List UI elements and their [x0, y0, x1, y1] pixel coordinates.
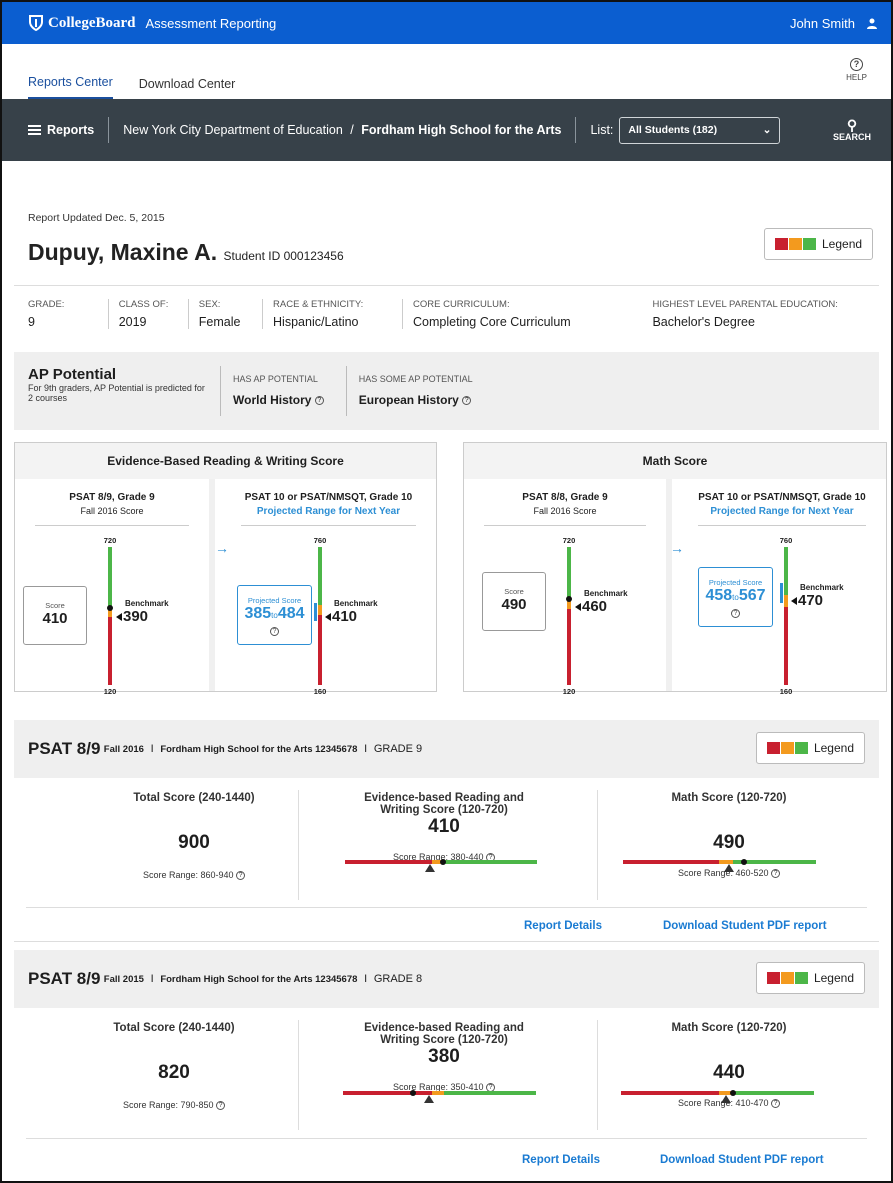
list-filter: List: All Students (182) ⌄: [575, 116, 781, 144]
demo-sex: SEX: Female: [187, 299, 248, 329]
user-menu[interactable]: John Smith: [790, 16, 877, 31]
search-icon: ⚲: [846, 117, 858, 133]
page: CollegeBoard Assessment Reporting John S…: [0, 0, 893, 1183]
search-button[interactable]: ⚲ SEARCH: [833, 118, 871, 142]
legend-swatch-icon: [766, 742, 808, 754]
help-icon[interactable]: ?: [270, 627, 279, 637]
score-box: Score 410: [23, 586, 87, 645]
benchmark: Benchmark 390: [116, 599, 169, 625]
ap-subtitle: For 9th graders, AP Potential is predict…: [28, 383, 205, 403]
acorn-icon: [29, 15, 43, 32]
ap-some: HAS SOME AP POTENTIAL European History ?: [345, 366, 485, 416]
legend-button[interactable]: Legend: [755, 962, 865, 994]
demographics: GRADE: 9 CLASS OF: 2019 SEX: Female RACE & …: [28, 299, 879, 329]
app-title: Assessment Reporting: [145, 15, 277, 31]
help-button[interactable]: ? HELP: [846, 58, 867, 82]
demo-grade: GRADE: 9: [28, 299, 65, 329]
legend-swatch-icon: [766, 972, 808, 984]
report-details-link[interactable]: Report Details: [522, 1154, 600, 1166]
benchmark: Benchmark 460: [575, 589, 628, 615]
projected-score-box: Projected Score 385to484 ?: [237, 585, 312, 645]
reports-label: Reports: [47, 123, 95, 137]
report-updated: Report Updated Dec. 5, 2015: [28, 212, 165, 224]
chevron-down-icon: ⌄: [762, 124, 772, 136]
list-label: List:: [590, 123, 614, 137]
benchmark-marker: [724, 864, 734, 872]
report-details-link[interactable]: Report Details: [524, 920, 602, 932]
ap-has: HAS AP POTENTIAL World History ?: [220, 366, 336, 416]
ebrw-current: PSAT 8/9, Grade 9 Fall 2016 Score 720 12…: [15, 479, 215, 696]
benchmark: Benchmark 410: [325, 599, 378, 625]
section-header: PSAT 8/9 Fall 2015 I Fordham High School…: [14, 950, 879, 1008]
download-pdf-link[interactable]: Download Student PDF report: [663, 920, 827, 932]
help-icon[interactable]: ?: [462, 396, 472, 406]
hamburger-icon: [28, 123, 41, 137]
score-section-fall-2015: PSAT 8/9 Fall 2015 I Fordham High School…: [14, 950, 879, 1181]
benchmark: Benchmark 470: [791, 583, 844, 609]
question-icon: ?: [850, 58, 864, 71]
legend-button[interactable]: Legend: [755, 732, 865, 764]
breadcrumb: New York City Department of Education / …: [109, 123, 575, 137]
math-panel-title: Math Score: [464, 443, 886, 479]
projected-score-box: Projected Score 458to567 ?: [698, 567, 773, 627]
ap-has-course: World History: [233, 393, 312, 407]
student-id: Student ID 000123456: [223, 249, 344, 263]
ap-potential: AP Potential For 9th graders, AP Potenti…: [14, 352, 879, 430]
top-bar: CollegeBoard Assessment Reporting John S…: [2, 2, 891, 44]
legend-button[interactable]: Legend: [764, 228, 874, 260]
legend-label: Legend: [822, 237, 863, 251]
ap-title: AP Potential: [28, 366, 117, 383]
report-navbar: Reports New York City Department of Educ…: [2, 99, 891, 161]
student-name-line: Dupuy, Maxine A. Student ID 000123456: [28, 239, 344, 266]
collegeboard-logo[interactable]: CollegeBoard: [28, 14, 136, 32]
help-icon[interactable]: ?: [314, 396, 324, 406]
demo-class: CLASS OF: 2019: [107, 299, 174, 329]
list-select-value: All Students (182): [628, 124, 718, 136]
benchmark-marker: [721, 1095, 731, 1103]
score-box: Score 490: [482, 572, 546, 631]
tabs-row: Reports Center Download Center ? HELP: [2, 44, 891, 99]
download-pdf-link[interactable]: Download Student PDF report: [660, 1154, 824, 1166]
breadcrumb-separator: /: [350, 123, 354, 137]
total-score: Total Score (240-1440) 820 Score Range: …: [113, 1022, 235, 1111]
help-icon[interactable]: ?: [771, 1099, 781, 1109]
reports-menu-button[interactable]: Reports: [28, 117, 110, 143]
math-current: PSAT 8/8, Grade 9 Fall 2016 Score 720 12…: [464, 479, 672, 696]
user-name: John Smith: [789, 15, 855, 31]
section-header: PSAT 8/9 Fall 2016 I Fordham High School…: [14, 720, 879, 778]
divider: [14, 285, 879, 286]
tab-download-center[interactable]: Download Center: [139, 77, 236, 99]
ap-some-course: European History: [358, 393, 459, 407]
ebrw-score: Evidence-based Reading and Writing Score…: [364, 1022, 524, 1093]
brand-name: CollegeBoard: [48, 14, 136, 31]
score-section-fall-2016: PSAT 8/9 Fall 2016 I Fordham High School…: [14, 720, 879, 942]
ebrw-score-panel: Evidence-Based Reading & Writing Score P…: [14, 442, 437, 696]
math-projected: PSAT 10 or PSAT/NMSQT, Grade 10 Projecte…: [698, 492, 866, 696]
ebrw-score: Evidence-based Reading and Writing Score…: [364, 792, 524, 863]
help-icon[interactable]: ?: [216, 1101, 226, 1111]
search-label: SEARCH: [832, 132, 871, 142]
help-icon[interactable]: ?: [771, 869, 781, 879]
breadcrumb-district[interactable]: New York City Department of Education: [123, 123, 343, 137]
demo-parent-education: HIGHEST LEVEL PARENTAL EDUCATION: Bachelo…: [652, 299, 838, 329]
user-icon: [867, 18, 877, 29]
help-icon[interactable]: ?: [731, 609, 740, 619]
help-icon[interactable]: ?: [236, 871, 246, 881]
benchmark-marker: [424, 1095, 434, 1103]
benchmark-marker: [425, 864, 435, 872]
total-score: Total Score (240-1440) 900 Score Range: …: [133, 792, 255, 881]
help-label: HELP: [846, 73, 867, 82]
legend-swatch-icon: [775, 238, 816, 250]
math-score-panel: Math Score PSAT 8/8, Grade 9 Fall 2016 S…: [463, 442, 887, 696]
student-name: Dupuy, Maxine A.: [28, 239, 218, 265]
ap-title-block: AP Potential For 9th graders, AP Potenti…: [28, 366, 208, 416]
list-select[interactable]: All Students (182) ⌄: [619, 116, 781, 144]
ebrw-projected: PSAT 10 or PSAT/NMSQT, Grade 10 Projecte…: [221, 479, 436, 696]
demo-core-curriculum: CORE CURRICULUM: Completing Core Curricul…: [402, 299, 628, 329]
demo-race: RACE & ETHNICITY: Hispanic/Latino: [262, 299, 388, 329]
tab-reports-center[interactable]: Reports Center: [28, 75, 113, 99]
breadcrumb-school: Fordham High School for the Arts: [361, 123, 562, 137]
ebrw-panel-title: Evidence-Based Reading & Writing Score: [15, 443, 436, 479]
